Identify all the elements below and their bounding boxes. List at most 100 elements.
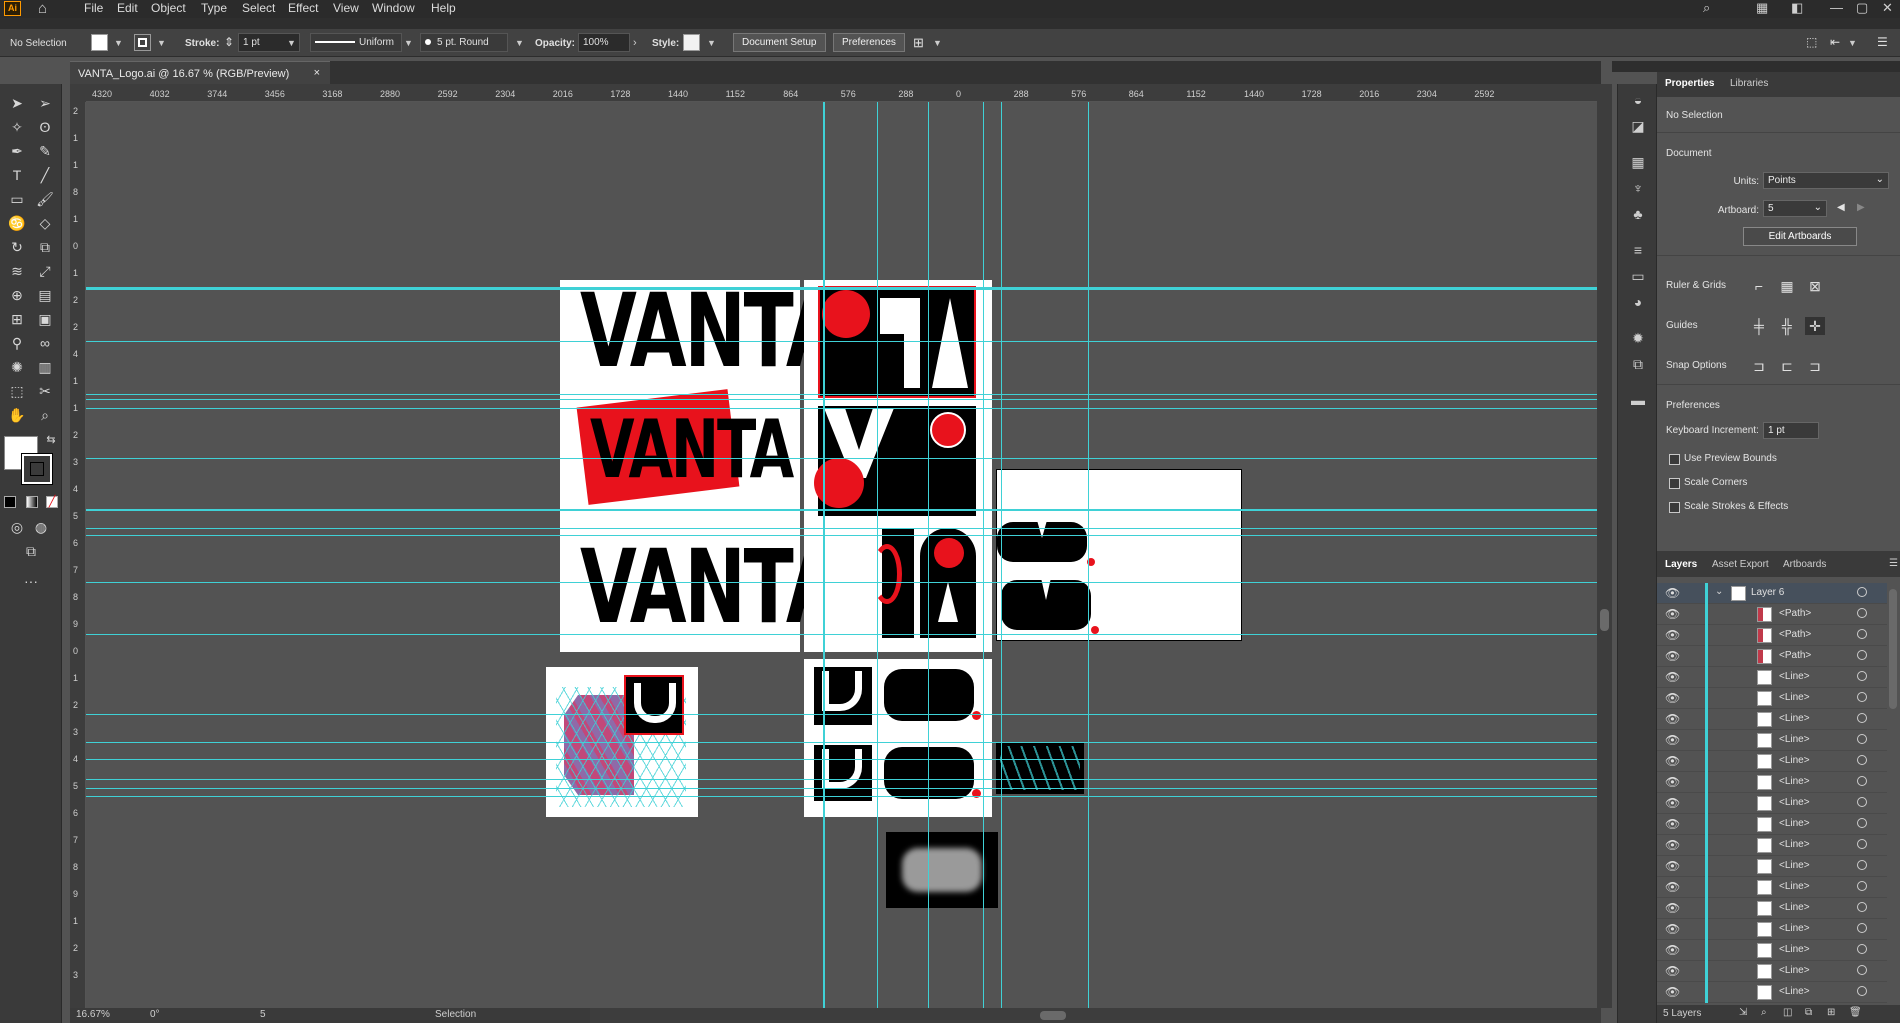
sublayer-row[interactable]: 👁 <Line> [1657,856,1887,877]
eye-icon[interactable]: 👁 [1665,922,1680,936]
chevron-down-icon[interactable]: ▼ [287,38,296,48]
layer-name[interactable]: <Path> [1779,629,1811,640]
layer-name[interactable]: <Line> [1779,797,1810,808]
layer-name[interactable]: <Line> [1779,839,1810,850]
opacity-field[interactable]: 100% [578,33,630,52]
target-icon[interactable] [1857,818,1867,828]
chevron-down-icon[interactable]: ▼ [1848,38,1857,48]
sublayer-row[interactable]: 👁 <Line> [1657,688,1887,709]
layer-name[interactable]: <Path> [1779,608,1811,619]
direct-selection-tool-icon[interactable]: ➢ [34,92,56,114]
warp-tool-icon[interactable]: ≋ [6,260,28,282]
close-icon[interactable]: ✕ [1882,0,1893,16]
guide[interactable] [86,535,1597,536]
target-icon[interactable] [1857,944,1867,954]
chevron-down-icon[interactable]: ▼ [933,38,942,48]
menu-object[interactable]: Object [151,1,186,15]
layer-name[interactable]: <Line> [1779,692,1810,703]
mesh-tool-icon[interactable]: ⊞ [6,308,28,330]
sublayer-row[interactable]: 👁 <Line> [1657,898,1887,919]
target-icon[interactable] [1857,965,1867,975]
layer-name[interactable]: <Line> [1779,881,1810,892]
layer-name[interactable]: <Line> [1779,734,1810,745]
transparency-grid-icon[interactable]: ⊠ [1805,277,1825,295]
pen-tool-icon[interactable]: ✒ [6,140,28,162]
sublayer-row[interactable]: 👁 <Line> [1657,919,1887,940]
clipping-mask-icon[interactable]: ◫ [1783,1007,1792,1018]
target-icon[interactable] [1857,587,1867,597]
smart-guides-icon[interactable]: ✛ [1805,317,1825,335]
target-icon[interactable] [1857,608,1867,618]
guide[interactable] [86,528,1597,529]
new-sublayer-icon[interactable]: ⧉ [1805,1007,1812,1018]
more-tools-icon[interactable]: ··· [20,570,42,592]
graph-tool-icon[interactable]: ▥ [34,356,56,378]
search-icon[interactable]: ⌕ [1703,0,1710,16]
appearance-icon[interactable]: ✹ [1629,330,1647,346]
recolor-icon[interactable]: ◒ [1629,92,1647,108]
menu-edit[interactable]: Edit [117,1,138,15]
workspace-icon[interactable]: ▦ [1756,0,1768,16]
sublayer-row[interactable]: 👁 <Line> [1657,982,1887,1003]
tab-layers[interactable]: Layers [1665,559,1697,570]
guide[interactable] [983,102,984,1008]
menu-effect[interactable]: Effect [288,1,318,15]
comments-icon[interactable]: ▬ [1629,392,1647,408]
layer-name[interactable]: <Line> [1779,755,1810,766]
scale-corners-checkbox[interactable] [1669,478,1680,489]
maximize-icon[interactable]: ▢ [1856,0,1868,16]
snap-pixel-icon[interactable]: ⊐ [1805,357,1825,375]
guide[interactable] [823,102,825,1008]
lock-guides-icon[interactable]: ╬ [1777,317,1797,335]
document-setup-button[interactable]: Document Setup [733,33,826,52]
layer-name[interactable]: <Line> [1779,965,1810,976]
menu-select[interactable]: Select [242,1,275,15]
layer-name[interactable]: <Line> [1779,944,1810,955]
scale-strokes-checkbox[interactable] [1669,502,1680,513]
guide[interactable] [86,634,1597,635]
guide[interactable] [86,582,1597,583]
sublayer-row[interactable]: 👁 <Line> [1657,961,1887,982]
stroke-swatch[interactable] [134,34,151,51]
free-transform-icon[interactable]: ⤢ [34,260,56,282]
tab-asset-export[interactable]: Asset Export [1712,559,1769,570]
target-icon[interactable] [1857,734,1867,744]
chevron-down-icon[interactable]: ▼ [707,38,716,48]
stroke-color-swatch[interactable] [21,453,53,485]
vertical-scrollbar[interactable] [1597,84,1612,1008]
guide[interactable] [86,759,1597,760]
guide[interactable] [86,788,1597,789]
home-icon[interactable]: ⌂ [38,0,47,17]
eye-icon[interactable]: 👁 [1665,838,1680,852]
lasso-icon[interactable]: ʘ [34,116,56,138]
guide[interactable] [86,796,1597,797]
artboard-select[interactable]: 5 ⌄ [1763,200,1827,217]
symbols-icon[interactable]: ♣ [1629,206,1647,222]
minimize-icon[interactable]: — [1830,0,1843,15]
sublayer-row[interactable]: 👁 <Path> [1657,625,1887,646]
color-mode-icon[interactable] [4,496,16,508]
sublayer-row[interactable]: 👁 <Path> [1657,646,1887,667]
eyedropper-icon[interactable]: ⚲ [6,332,28,354]
sublayer-row[interactable]: 👁 <Line> [1657,667,1887,688]
eye-icon[interactable]: 👁 [1665,880,1680,894]
layer-name[interactable]: <Line> [1779,713,1810,724]
sublayer-row[interactable]: 👁 <Line> [1657,814,1887,835]
sublayer-row[interactable]: 👁 <Line> [1657,730,1887,751]
target-icon[interactable] [1857,755,1867,765]
scroll-thumb[interactable] [1040,1011,1066,1020]
symbol-sprayer-icon[interactable]: ✺ [6,356,28,378]
show-guides-icon[interactable]: ╪ [1749,317,1769,335]
menu-view[interactable]: View [333,1,359,15]
blend-tool-icon[interactable]: ∞ [34,332,56,354]
ruler-icon[interactable]: ⌐ [1749,277,1769,295]
artboard-1[interactable]: VANTA VANTA VANTA [560,280,843,652]
hand-tool-icon[interactable]: ✋ [6,404,28,426]
target-icon[interactable] [1857,797,1867,807]
menu-window[interactable]: Window [372,1,415,15]
tab-properties[interactable]: Properties [1665,78,1714,89]
arrange-icon[interactable]: ◧ [1791,0,1803,16]
units-select[interactable]: Points ⌄ [1763,172,1889,189]
gradient-mode-icon[interactable] [26,496,38,508]
use-preview-bounds-checkbox[interactable] [1669,454,1680,465]
